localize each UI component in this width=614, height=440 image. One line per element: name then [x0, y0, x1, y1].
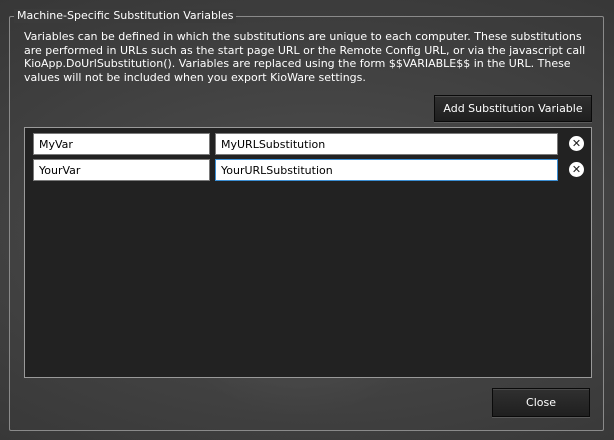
variable-value-field[interactable]	[215, 133, 558, 155]
variable-value-field[interactable]	[215, 159, 558, 181]
close-button[interactable]: Close	[492, 388, 590, 417]
description-text: Variables can be defined in which the su…	[24, 30, 586, 84]
variable-name-field[interactable]	[33, 159, 210, 181]
variable-row: ✕	[25, 133, 591, 155]
remove-variable-icon[interactable]: ✕	[569, 136, 584, 151]
group-title: Machine-Specific Substitution Variables	[14, 9, 237, 23]
variable-row: ✕	[25, 159, 591, 181]
add-substitution-variable-button[interactable]: Add Substitution Variable	[434, 95, 592, 122]
remove-variable-icon[interactable]: ✕	[569, 162, 584, 177]
variable-name-field[interactable]	[33, 133, 210, 155]
variables-list: ✕ ✕	[24, 127, 592, 378]
